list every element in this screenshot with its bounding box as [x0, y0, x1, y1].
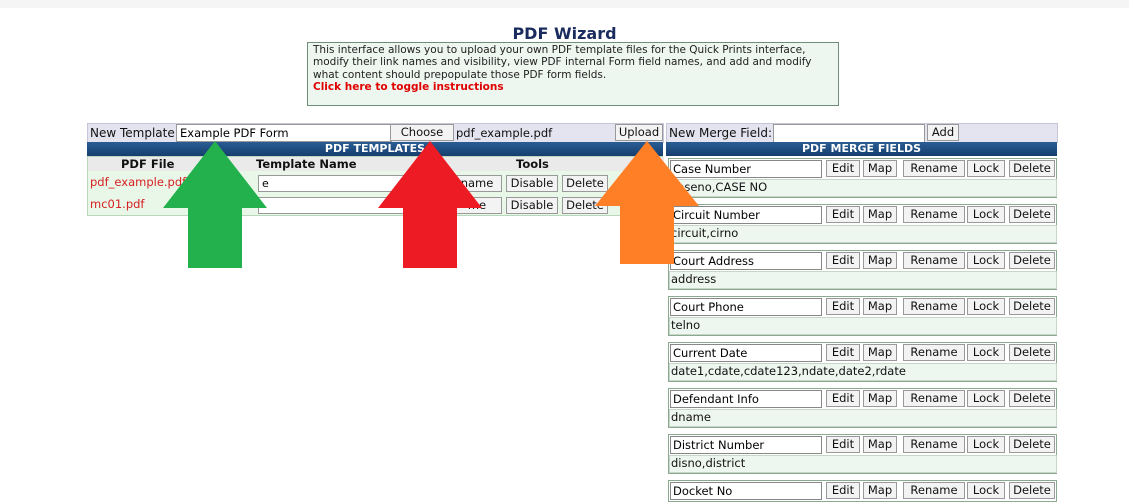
- merge-field-aliases: dname: [669, 409, 1057, 427]
- map-button[interactable]: Map: [863, 206, 897, 223]
- map-button[interactable]: Map: [863, 344, 897, 361]
- rename-button[interactable]: Rename: [903, 160, 965, 177]
- merge-field-item: Edit Map Rename Lock Delete dname: [668, 388, 1057, 428]
- map-button[interactable]: Map: [863, 436, 897, 453]
- upload-button[interactable]: Upload: [615, 124, 663, 141]
- delete-button[interactable]: Delete: [1009, 206, 1055, 223]
- add-merge-field-button[interactable]: Add: [927, 124, 959, 141]
- col-tools: Tools: [516, 157, 549, 171]
- merge-field-item: Edit Map Rename Lock Delete circuit,cirn…: [668, 204, 1057, 244]
- rename-button[interactable]: Rename: [903, 298, 965, 315]
- new-template-row: New Template: Choose File pdf_example.pd…: [87, 123, 664, 154]
- delete-button[interactable]: Delete: [1009, 160, 1055, 177]
- orange-up-arrow-icon: [595, 141, 699, 264]
- rename-button[interactable]: Rename: [903, 206, 965, 223]
- map-button[interactable]: Map: [863, 252, 897, 269]
- lock-button[interactable]: Lock: [967, 160, 1005, 177]
- delete-button[interactable]: Delete: [1009, 482, 1055, 499]
- rename-button[interactable]: Rename: [903, 390, 965, 407]
- lock-button[interactable]: Lock: [967, 436, 1005, 453]
- merge-field-aliases: disno,district: [669, 455, 1057, 473]
- template-name-input[interactable]: [176, 124, 392, 142]
- merge-field-item: Edit Map Rename Lock Delete address: [668, 250, 1057, 290]
- merge-field-name-input[interactable]: [670, 344, 822, 362]
- instructions-text: This interface allows you to upload your…: [313, 44, 812, 81]
- merge-fields-header: PDF MERGE FIELDS: [666, 142, 1057, 156]
- rename-button[interactable]: Rename: [903, 344, 965, 361]
- delete-button[interactable]: Delete: [1009, 344, 1055, 361]
- lock-button[interactable]: Lock: [967, 482, 1005, 499]
- disable-button[interactable]: Disable: [506, 197, 558, 214]
- edit-button[interactable]: Edit: [826, 482, 860, 499]
- green-up-arrow-icon: [163, 141, 267, 268]
- merge-field-aliases: telno: [669, 317, 1057, 335]
- edit-button[interactable]: Edit: [826, 160, 860, 177]
- map-button[interactable]: Map: [863, 160, 897, 177]
- top-strip: [0, 0, 1129, 8]
- edit-button[interactable]: Edit: [826, 206, 860, 223]
- map-button[interactable]: Map: [863, 298, 897, 315]
- lock-button[interactable]: Lock: [967, 252, 1005, 269]
- merge-field-aliases: circuit,cirno: [669, 225, 1057, 243]
- delete-button[interactable]: Delete: [1009, 390, 1055, 407]
- map-button[interactable]: Map: [863, 482, 897, 499]
- new-template-label: New Template:: [90, 126, 179, 140]
- delete-button[interactable]: Delete: [1009, 298, 1055, 315]
- edit-button[interactable]: Edit: [826, 344, 860, 361]
- merge-field-name-input[interactable]: [670, 390, 822, 408]
- template-file-link[interactable]: mc01.pdf: [90, 197, 144, 211]
- toggle-instructions-link[interactable]: Click here to toggle instructions: [313, 81, 833, 93]
- new-merge-field-input[interactable]: [773, 124, 925, 144]
- selected-file-name: pdf_example.pdf: [456, 126, 553, 140]
- merge-field-aliases: address: [669, 271, 1057, 289]
- new-merge-field-row: New Merge Field: Add: [666, 123, 1058, 144]
- page-title: PDF Wizard: [512, 24, 617, 43]
- lock-button[interactable]: Lock: [967, 390, 1005, 407]
- instructions-box: This interface allows you to upload your…: [307, 42, 839, 106]
- rename-button[interactable]: Rename: [903, 252, 965, 269]
- map-button[interactable]: Map: [863, 390, 897, 407]
- lock-button[interactable]: Lock: [967, 344, 1005, 361]
- edit-button[interactable]: Edit: [826, 436, 860, 453]
- delete-button[interactable]: Delete: [1009, 252, 1055, 269]
- col-template-name: Template Name: [256, 157, 357, 171]
- new-merge-field-label: New Merge Field:: [669, 126, 773, 140]
- merge-field-aliases: caseno,CASE NO: [669, 179, 1057, 197]
- edit-button[interactable]: Edit: [826, 298, 860, 315]
- disable-button[interactable]: Disable: [506, 175, 558, 192]
- red-up-arrow-icon: [378, 141, 482, 268]
- edit-button[interactable]: Edit: [826, 390, 860, 407]
- lock-button[interactable]: Lock: [967, 298, 1005, 315]
- merge-field-name-input[interactable]: [670, 298, 822, 316]
- merge-field-item: Edit Map Rename Lock Delete date1,cdate,…: [668, 342, 1057, 382]
- merge-field-name-input[interactable]: [670, 436, 822, 454]
- lock-button[interactable]: Lock: [967, 206, 1005, 223]
- merge-field-item: Edit Map Rename Lock Delete telno: [668, 296, 1057, 336]
- delete-button[interactable]: Delete: [1009, 436, 1055, 453]
- merge-field-item: Edit Map Rename Lock Delete: [668, 480, 1057, 502]
- merge-field-name-input[interactable]: [670, 482, 822, 500]
- merge-field-aliases: date1,cdate,cdate123,ndate,date2,rdate: [669, 363, 1057, 381]
- merge-field-item: Edit Map Rename Lock Delete disno,distri…: [668, 434, 1057, 474]
- merge-field-item: Edit Map Rename Lock Delete caseno,CASE …: [668, 158, 1057, 198]
- rename-button[interactable]: Rename: [903, 482, 965, 499]
- edit-button[interactable]: Edit: [826, 252, 860, 269]
- rename-button[interactable]: Rename: [903, 436, 965, 453]
- choose-file-button[interactable]: Choose File: [390, 124, 454, 154]
